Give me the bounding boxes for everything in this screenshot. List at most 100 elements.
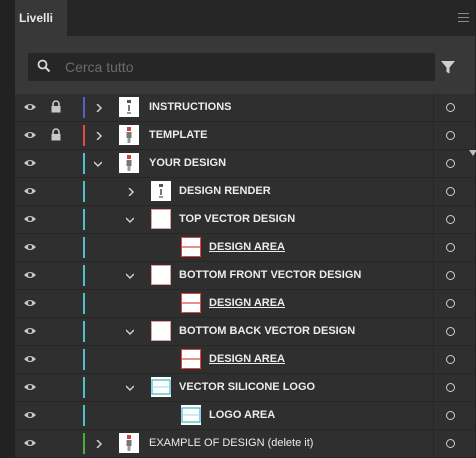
chevron-right-icon[interactable] bbox=[95, 132, 103, 140]
lock-toggle-empty[interactable] bbox=[51, 324, 61, 337]
lock-toggle-empty[interactable] bbox=[51, 352, 61, 365]
layer-row[interactable]: YOUR DESIGN bbox=[15, 150, 475, 178]
layer-color-bar bbox=[83, 237, 85, 258]
lock-toggle-empty[interactable] bbox=[51, 296, 61, 309]
panel-menu-icon[interactable] bbox=[458, 13, 469, 22]
target-circle-icon[interactable] bbox=[446, 159, 455, 168]
layer-name[interactable]: TOP VECTOR DESIGN bbox=[179, 206, 295, 233]
target-circle-icon[interactable] bbox=[446, 327, 455, 336]
tab-layers[interactable]: Livelli bbox=[15, 0, 67, 38]
layer-row[interactable]: TOP VECTOR DESIGN bbox=[15, 206, 475, 234]
layer-name[interactable]: TEMPLATE bbox=[149, 122, 207, 149]
layer-color-bar bbox=[83, 321, 85, 342]
chevron-right-icon[interactable] bbox=[127, 188, 135, 196]
lock-toggle-empty[interactable] bbox=[51, 240, 61, 253]
visibility-eye-icon[interactable] bbox=[24, 383, 36, 391]
column-divider bbox=[433, 262, 434, 289]
target-circle-icon[interactable] bbox=[446, 439, 455, 448]
layer-row[interactable]: BOTTOM FRONT VECTOR DESIGN bbox=[15, 262, 475, 290]
layer-name[interactable]: YOUR DESIGN bbox=[149, 150, 226, 177]
target-circle-icon[interactable] bbox=[446, 383, 455, 392]
layer-name[interactable]: DESIGN AREA bbox=[209, 234, 285, 261]
column-divider bbox=[433, 318, 434, 345]
layer-name[interactable]: VECTOR SILICONE LOGO bbox=[179, 374, 315, 401]
target-circle-icon[interactable] bbox=[446, 103, 455, 112]
layer-name[interactable]: DESIGN AREA bbox=[209, 346, 285, 373]
target-circle-icon[interactable] bbox=[446, 299, 455, 308]
layer-color-bar bbox=[83, 293, 85, 314]
column-divider bbox=[433, 402, 434, 429]
layer-name[interactable]: DESIGN AREA bbox=[209, 290, 285, 317]
search-input[interactable]: Cerca tutto bbox=[65, 53, 425, 81]
layer-row[interactable]: VECTOR SILICONE LOGO bbox=[15, 374, 475, 402]
lock-toggle-empty[interactable] bbox=[51, 268, 61, 281]
target-circle-icon[interactable] bbox=[446, 243, 455, 252]
lock-toggle-empty[interactable] bbox=[51, 408, 61, 421]
layer-thumbnail bbox=[151, 377, 171, 397]
layer-name[interactable]: INSTRUCTIONS bbox=[149, 94, 232, 121]
column-divider bbox=[433, 94, 434, 121]
visibility-eye-icon[interactable] bbox=[24, 187, 36, 195]
visibility-eye-icon[interactable] bbox=[24, 131, 36, 139]
lock-toggle-empty[interactable] bbox=[51, 156, 61, 169]
visibility-eye-icon[interactable] bbox=[24, 215, 36, 223]
lock-icon[interactable] bbox=[51, 128, 61, 141]
layer-color-bar bbox=[83, 209, 85, 230]
layer-thumbnail bbox=[119, 97, 139, 117]
target-circle-icon[interactable] bbox=[446, 355, 455, 364]
visibility-eye-icon[interactable] bbox=[24, 159, 36, 167]
target-circle-icon[interactable] bbox=[446, 131, 455, 140]
chevron-down-icon[interactable] bbox=[126, 272, 134, 280]
layer-color-bar bbox=[83, 377, 85, 398]
visibility-eye-icon[interactable] bbox=[24, 271, 36, 279]
layer-thumbnail bbox=[151, 321, 171, 341]
layer-color-bar bbox=[83, 125, 85, 146]
target-circle-icon[interactable] bbox=[446, 271, 455, 280]
chevron-down-icon[interactable] bbox=[126, 328, 134, 336]
chevron-right-icon[interactable] bbox=[95, 440, 103, 448]
chevron-right-icon[interactable] bbox=[95, 104, 103, 112]
target-circle-icon[interactable] bbox=[446, 411, 455, 420]
layer-row[interactable]: BOTTOM BACK VECTOR DESIGN bbox=[15, 318, 475, 346]
layer-row[interactable]: INSTRUCTIONS bbox=[15, 94, 475, 122]
scroll-indicator-icon[interactable] bbox=[469, 150, 476, 156]
filter-icon[interactable] bbox=[440, 59, 456, 75]
visibility-eye-icon[interactable] bbox=[24, 299, 36, 307]
layer-name[interactable]: EXAMPLE OF DESIGN (delete it) bbox=[149, 430, 313, 457]
lock-icon[interactable] bbox=[51, 100, 61, 113]
target-circle-icon[interactable] bbox=[446, 215, 455, 224]
lock-toggle-empty[interactable] bbox=[51, 184, 61, 197]
visibility-eye-icon[interactable] bbox=[24, 327, 36, 335]
visibility-eye-icon[interactable] bbox=[24, 439, 36, 447]
layer-name[interactable]: DESIGN RENDER bbox=[179, 178, 271, 205]
layer-color-bar bbox=[83, 405, 85, 426]
layer-row[interactable]: DESIGN AREA bbox=[15, 290, 475, 318]
layer-row[interactable]: EXAMPLE OF DESIGN (delete it) bbox=[15, 430, 475, 458]
layer-name[interactable]: BOTTOM BACK VECTOR DESIGN bbox=[179, 318, 355, 345]
visibility-eye-icon[interactable] bbox=[24, 103, 36, 111]
layer-name[interactable]: BOTTOM FRONT VECTOR DESIGN bbox=[179, 262, 361, 289]
layer-thumbnail bbox=[151, 265, 171, 285]
layer-thumbnail bbox=[119, 433, 139, 453]
lock-toggle-empty[interactable] bbox=[51, 212, 61, 225]
visibility-eye-icon[interactable] bbox=[24, 243, 36, 251]
layer-name[interactable]: LOGO AREA bbox=[209, 402, 275, 429]
lock-toggle-empty[interactable] bbox=[51, 436, 61, 449]
layer-row[interactable]: DESIGN AREA bbox=[15, 234, 475, 262]
layer-thumbnail bbox=[119, 125, 139, 145]
layer-row[interactable]: LOGO AREA bbox=[15, 402, 475, 430]
visibility-eye-icon[interactable] bbox=[24, 355, 36, 363]
chevron-down-icon[interactable] bbox=[94, 160, 102, 168]
chevron-down-icon[interactable] bbox=[126, 384, 134, 392]
search-field[interactable]: Cerca tutto bbox=[28, 53, 435, 81]
layer-row[interactable]: DESIGN AREA bbox=[15, 346, 475, 374]
visibility-eye-icon[interactable] bbox=[24, 411, 36, 419]
target-circle-icon[interactable] bbox=[446, 187, 455, 196]
chevron-down-icon[interactable] bbox=[126, 216, 134, 224]
layer-row[interactable]: TEMPLATE bbox=[15, 122, 475, 150]
layer-thumbnail bbox=[181, 293, 201, 313]
layers-panel: Livelli Cerca tutto INSTRUCTIONS TEMPLATE… bbox=[15, 0, 476, 458]
search-bar: Cerca tutto bbox=[15, 36, 475, 94]
layer-row[interactable]: DESIGN RENDER bbox=[15, 178, 475, 206]
lock-toggle-empty[interactable] bbox=[51, 380, 61, 393]
